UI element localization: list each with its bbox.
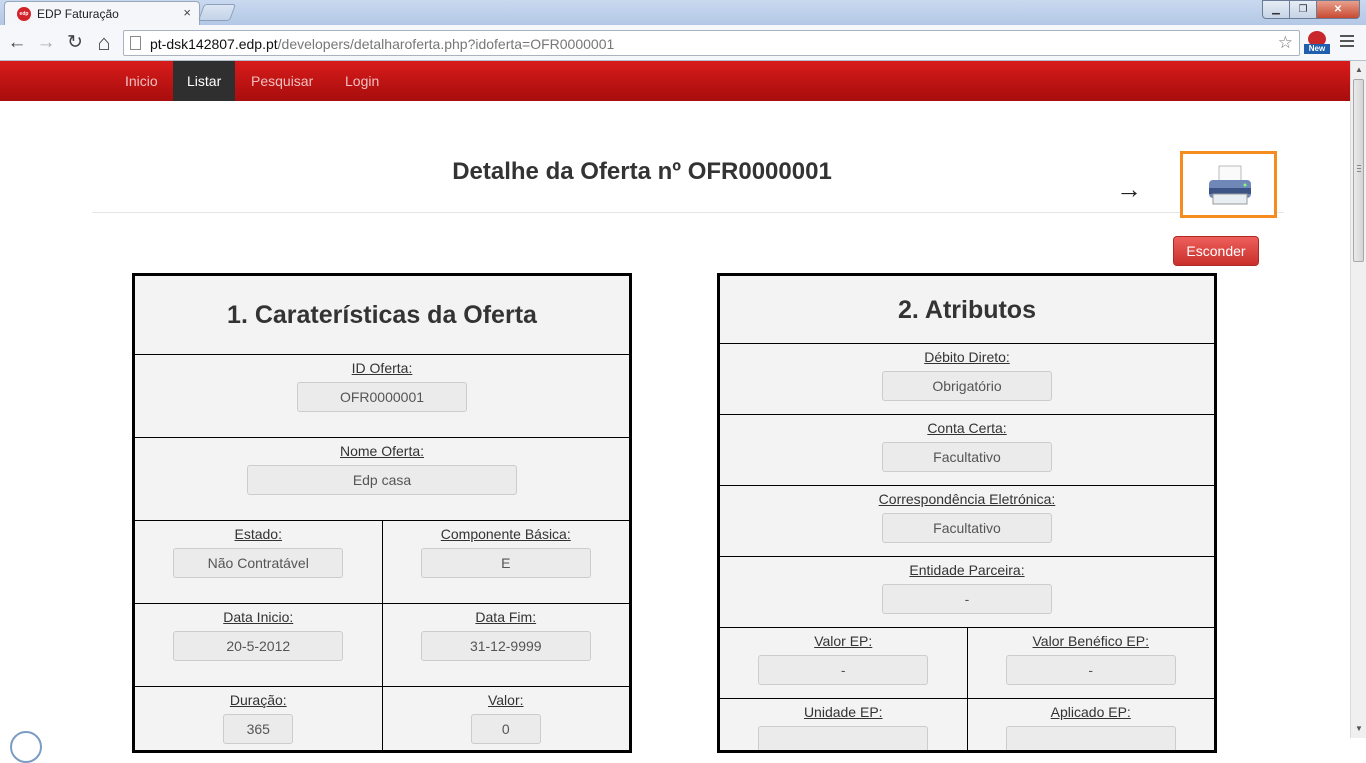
window-controls: ▁ ❐ ✕ <box>1262 0 1360 19</box>
url-path: /developers/detalharoferta.php?idoferta=… <box>277 36 615 52</box>
data-inicio-field: 20-5-2012 <box>173 631 344 661</box>
scroll-thumb[interactable] <box>1353 79 1364 262</box>
page-icon <box>130 36 141 50</box>
nav-pesquisar[interactable]: Pesquisar <box>237 61 327 101</box>
componente-label: Componente Básica: <box>440 526 571 542</box>
row-entidade: Entidade Parceira: - <box>720 557 1214 628</box>
data-inicio-label: Data Inicio: <box>223 609 294 625</box>
estado-field: Não Contratável <box>173 548 344 578</box>
row-estado: Estado: Não Contratável Componente Básic… <box>135 521 629 604</box>
valor-beneficio-ep-label: Valor Benéfico EP: <box>1032 633 1149 649</box>
panel-title: 1. Caraterísticas da Oferta <box>135 276 629 355</box>
browser-tab[interactable]: edp EDP Faturação × <box>4 1 200 25</box>
forward-icon[interactable]: → <box>35 32 57 54</box>
entidade-label: Entidade Parceira: <box>909 562 1025 578</box>
hide-button[interactable]: Esconder <box>1173 236 1259 266</box>
unidade-ep-label: Unidade EP: <box>803 704 883 720</box>
row-nome-oferta: Nome Oferta: Edp casa <box>135 438 629 521</box>
duracao-field: 365 <box>223 714 294 744</box>
row-valor-ep: Valor EP: - Valor Benéfico EP: - <box>720 628 1214 699</box>
maximize-icon[interactable]: ❐ <box>1289 0 1317 19</box>
debito-field: Obrigatório <box>882 371 1052 401</box>
minimize-icon[interactable]: ▁ <box>1262 0 1290 19</box>
valor-beneficio-ep-field: - <box>1005 655 1176 685</box>
aplicado-ep-field <box>1005 726 1176 750</box>
correspondencia-label: Correspondência Eletrónica: <box>878 491 1056 507</box>
scroll-down-icon[interactable]: ▼ <box>1355 724 1363 733</box>
conta-certa-field: Facultativo <box>882 442 1052 472</box>
reload-icon[interactable]: ↻ <box>64 32 86 54</box>
url-host: pt-dsk142807.edp.pt <box>150 36 278 52</box>
row-id-oferta: ID Oferta: OFR0000001 <box>135 355 629 438</box>
title-divider <box>92 212 1284 213</box>
browser-tabstrip: edp EDP Faturação × ▁ ❐ ✕ <box>0 0 1366 25</box>
tab-close-icon[interactable]: × <box>183 5 191 20</box>
site-navbar: Inicio Listar Pesquisar Login <box>0 61 1350 101</box>
valor-label: Valor: <box>487 692 524 708</box>
valor-ep-field: - <box>758 655 929 685</box>
back-icon[interactable]: ← <box>6 32 28 54</box>
conta-certa-label: Conta Certa: <box>927 420 1007 436</box>
id-oferta-label: ID Oferta: <box>351 360 413 376</box>
attributes-panel: 2. Atributos Débito Direto: Obrigatório … <box>717 273 1217 753</box>
scroll-up-icon[interactable]: ▲ <box>1355 65 1363 74</box>
browser-toolbar: ← → ↻ ⌂ pt-dsk142807.edp.pt/developers/d… <box>0 25 1366 61</box>
nav-inicio[interactable]: Inicio <box>111 61 172 101</box>
estado-label: Estado: <box>234 526 282 542</box>
row-correspondencia: Correspondência Eletrónica: Facultativo <box>720 486 1214 557</box>
edp-favicon-icon: edp <box>17 7 31 21</box>
taskbar-start-icon[interactable] <box>10 731 42 763</box>
home-icon[interactable]: ⌂ <box>93 32 115 54</box>
tab-title: EDP Faturação <box>37 7 119 21</box>
page-title: Detalhe da Oferta nº OFR0000001 <box>452 158 832 185</box>
browser-menu-icon[interactable] <box>1340 35 1354 50</box>
row-debito: Débito Direto: Obrigatório <box>720 344 1214 415</box>
id-oferta-field: OFR0000001 <box>297 382 467 412</box>
data-fim-label: Data Fim: <box>475 609 537 625</box>
valor-ep-label: Valor EP: <box>814 633 873 649</box>
debito-label: Débito Direto: <box>924 349 1010 365</box>
arrow-right-icon: → <box>1116 174 1142 204</box>
correspondencia-field: Facultativo <box>882 513 1052 543</box>
address-bar[interactable]: pt-dsk142807.edp.pt/developers/detalharo… <box>123 30 1300 56</box>
duracao-label: Duração: <box>229 692 287 708</box>
valor-field: 0 <box>470 714 541 744</box>
new-tab-button[interactable] <box>197 4 237 21</box>
nome-oferta-field: Edp casa <box>247 465 517 495</box>
printer-icon <box>1209 165 1251 205</box>
unidade-ep-field <box>758 726 929 750</box>
nome-oferta-label: Nome Oferta: <box>339 443 425 459</box>
print-button[interactable] <box>1180 151 1277 218</box>
row-conta-certa: Conta Certa: Facultativo <box>720 415 1214 486</box>
componente-field: E <box>420 548 591 578</box>
extension-icon[interactable]: New <box>1304 31 1330 55</box>
data-fim-field: 31-12-9999 <box>420 631 591 661</box>
row-duracao: Duração: 365 Valor: 0 <box>135 687 629 750</box>
nav-login[interactable]: Login <box>331 61 393 101</box>
nav-listar[interactable]: Listar <box>173 61 236 101</box>
url-text: pt-dsk142807.edp.pt/developers/detalharo… <box>150 36 614 52</box>
entidade-field: - <box>882 584 1052 614</box>
aplicado-ep-label: Aplicado EP: <box>1050 704 1131 720</box>
offer-characteristics-panel: 1. Caraterísticas da Oferta ID Oferta: O… <box>132 273 632 753</box>
panel-title: 2. Atributos <box>720 276 1214 344</box>
bookmark-star-icon[interactable]: ☆ <box>1278 33 1293 53</box>
extension-badge: New <box>1304 44 1330 54</box>
close-window-icon[interactable]: ✕ <box>1316 0 1360 19</box>
row-unidade-ep: Unidade EP: Aplicado EP: <box>720 699 1214 750</box>
row-datas: Data Inicio: 20-5-2012 Data Fim: 31-12-9… <box>135 604 629 687</box>
vertical-scrollbar[interactable]: ▲ ▼ <box>1350 61 1366 738</box>
